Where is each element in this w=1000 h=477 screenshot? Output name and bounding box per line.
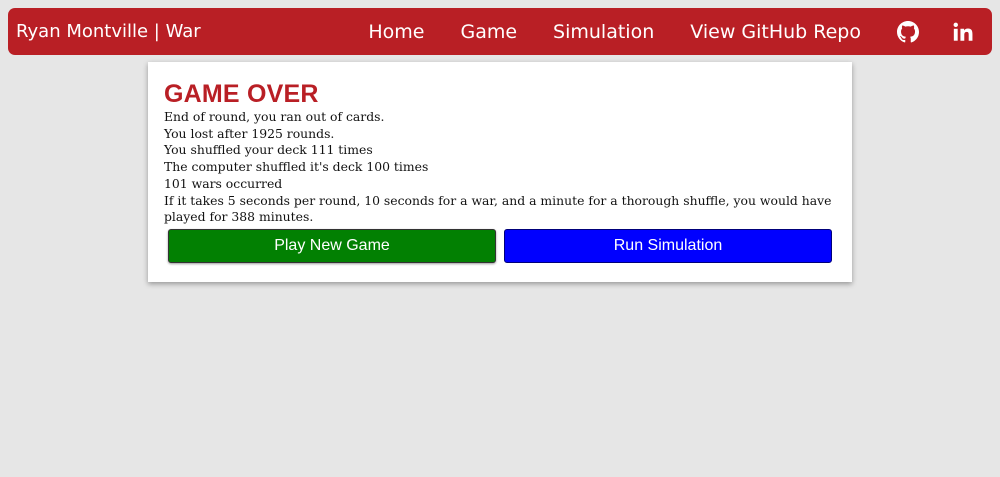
result-line-time-estimate: If it takes 5 seconds per round, 10 seco… [164, 192, 832, 225]
nav-link-game[interactable]: Game [460, 21, 517, 43]
nav-links: Home Game Simulation View GitHub Repo [368, 8, 992, 55]
game-over-title: GAME OVER [164, 80, 319, 108]
game-results: End of round, you ran out of cards. You … [164, 109, 836, 226]
result-line-computer-shuffles: The computer shuffled it's deck 100 time… [164, 159, 429, 175]
nav-link-github-repo[interactable]: View GitHub Repo [690, 21, 861, 43]
nav-link-simulation[interactable]: Simulation [553, 21, 654, 43]
play-new-game-button[interactable]: Play New Game [168, 229, 496, 263]
github-icon[interactable] [897, 20, 919, 43]
result-line-out-of-cards: End of round, you ran out of cards. [164, 109, 385, 124]
result-line-wars: 101 wars occurred [164, 175, 283, 191]
result-line-player-shuffles: You shuffled your deck 111 times [164, 142, 373, 158]
top-navbar: Ryan Montville | War Home Game Simulatio… [8, 8, 992, 55]
nav-link-home[interactable]: Home [368, 21, 424, 43]
linkedin-icon[interactable] [952, 21, 974, 43]
run-simulation-button[interactable]: Run Simulation [504, 229, 832, 263]
site-brand[interactable]: Ryan Montville | War [16, 21, 201, 42]
game-over-card: GAME OVER End of round, you ran out of c… [148, 62, 852, 282]
result-line-rounds-lost: You lost after 1925 rounds. [164, 125, 335, 141]
